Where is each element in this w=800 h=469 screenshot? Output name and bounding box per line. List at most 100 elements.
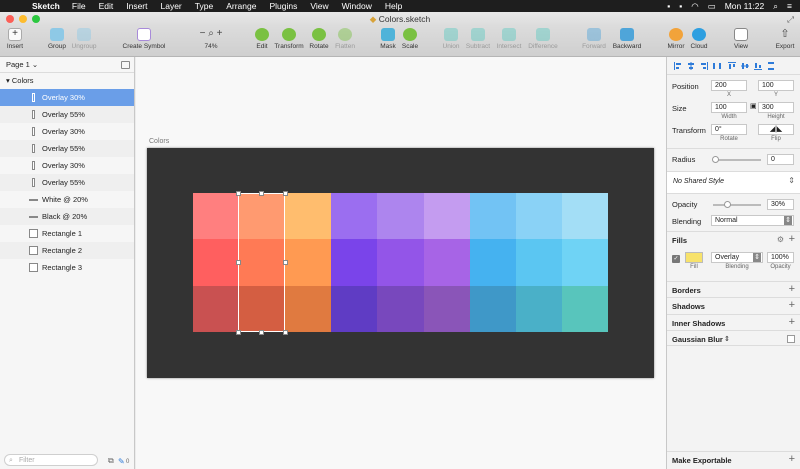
resize-handle[interactable] [236,330,241,335]
position-y-input[interactable]: 100 [758,80,794,91]
collapse-icon[interactable] [121,61,130,69]
fill-opacity-input[interactable]: 100% [767,252,794,263]
resize-handle[interactable] [259,330,264,335]
align-top-icon[interactable] [727,61,737,71]
color-swatch[interactable] [285,239,332,286]
color-swatch[interactable] [561,285,608,332]
layer-row[interactable]: Overlay 30% [0,157,134,174]
shared-style-dropdown[interactable]: No Shared Style ⇕ [667,171,800,193]
color-swatch[interactable] [285,193,332,240]
layer-row[interactable]: Black @ 20% [0,208,134,225]
minimize-window-button[interactable] [19,15,27,23]
color-swatch[interactable] [469,239,516,286]
resize-handle[interactable] [283,330,288,335]
align-center-icon[interactable] [686,61,696,71]
color-swatch[interactable] [193,239,240,286]
resize-handle[interactable] [283,191,288,196]
scale-button[interactable]: Scale [400,28,420,50]
gaussian-blur-checkbox[interactable] [787,335,795,343]
position-x-input[interactable]: 200 [711,80,747,91]
fill-color-swatch[interactable] [685,252,703,263]
color-swatch[interactable] [377,239,424,286]
color-swatch[interactable] [193,285,240,332]
color-swatch[interactable] [377,193,424,240]
layer-row[interactable]: Rectangle 3 [0,259,134,276]
status-icon-2[interactable]: ▪ [679,1,682,11]
fill-checkbox[interactable]: ✓ [672,255,680,263]
color-swatch[interactable] [377,285,424,332]
wifi-icon[interactable]: ◠ [691,1,698,12]
menu-view[interactable]: View [310,1,328,11]
color-swatch[interactable] [469,285,516,332]
ungroup-button[interactable]: Ungroup [70,28,98,50]
layer-row[interactable]: Rectangle 2 [0,242,134,259]
menu-insert[interactable]: Insert [126,1,147,11]
opacity-slider[interactable] [713,204,761,206]
distribute-horizontal-icon[interactable] [712,61,722,71]
mask-button[interactable]: Mask [378,28,398,50]
rotate-input[interactable]: 0° [711,124,747,135]
radius-slider-knob[interactable] [712,156,719,163]
color-swatch[interactable] [469,193,516,240]
selection-box[interactable] [238,193,285,332]
layer-row[interactable]: Overlay 30% [0,89,134,106]
layer-group-colors[interactable]: ▾ Colors [0,73,134,89]
color-swatch[interactable] [193,193,240,240]
flip-control[interactable]: ◢|◣ [758,124,794,135]
artboard-label[interactable]: Colors [149,138,169,145]
make-exportable-section[interactable]: Make Exportable + [667,451,800,469]
menu-app-name[interactable]: Sketch [32,1,60,11]
group-button[interactable]: Group [46,28,68,50]
insert-button[interactable]: + Insert [4,28,26,50]
width-input[interactable]: 100 [711,102,747,113]
shadows-section[interactable]: Shadows + [667,297,800,313]
color-swatch[interactable] [423,285,470,332]
opacity-slider-knob[interactable] [724,201,732,208]
menu-help[interactable]: Help [385,1,402,11]
radius-input[interactable]: 0 [767,154,794,165]
borders-section[interactable]: Borders + [667,281,800,297]
cloud-button[interactable]: Cloud [688,28,710,50]
resize-handle[interactable] [236,191,241,196]
close-window-button[interactable] [6,15,14,23]
align-right-icon[interactable] [699,61,709,71]
create-symbol-button[interactable]: Create Symbol [120,28,168,50]
intersect-button[interactable]: Intersect [494,28,524,50]
layer-row[interactable]: White @ 20% [0,191,134,208]
layer-row[interactable]: Overlay 55% [0,174,134,191]
gear-icon[interactable]: ⚙ [777,235,784,244]
add-border-icon[interactable]: + [789,283,795,295]
edit-pen-icon[interactable]: ✎ [118,457,125,466]
menu-file[interactable]: File [72,1,86,11]
menu-type[interactable]: Type [195,1,213,11]
flatten-button[interactable]: Flatten [333,28,357,50]
status-icon-1[interactable]: ▪ [667,1,670,11]
mirror-button[interactable]: Mirror [664,28,688,50]
radius-slider[interactable] [713,159,761,161]
color-swatch[interactable] [515,193,562,240]
add-shadow-icon[interactable]: + [789,299,795,311]
color-swatch[interactable] [285,285,332,332]
menu-plugins[interactable]: Plugins [269,1,297,11]
color-swatch[interactable] [515,285,562,332]
color-swatch[interactable] [561,239,608,286]
menu-window[interactable]: Window [342,1,372,11]
add-export-icon[interactable]: + [789,453,795,465]
rotate-button[interactable]: Rotate [307,28,331,50]
gaussian-blur-section[interactable]: Gaussian Blur ⇕ [667,330,800,346]
edit-button[interactable]: Edit [252,28,272,50]
color-swatch[interactable] [331,193,378,240]
layer-row[interactable]: Overlay 55% [0,106,134,123]
zoom-window-button[interactable] [32,15,40,23]
resize-handle[interactable] [283,260,288,265]
difference-button[interactable]: Difference [526,28,560,50]
color-swatch[interactable] [331,285,378,332]
layer-row[interactable]: Rectangle 1 [0,225,134,242]
opacity-input[interactable]: 30% [767,199,794,210]
menu-layer[interactable]: Layer [161,1,182,11]
menu-arrange[interactable]: Arrange [226,1,256,11]
layer-filter-input[interactable]: ⌕ Filter [4,454,98,466]
align-left-icon[interactable] [673,61,683,71]
color-swatch[interactable] [423,193,470,240]
subtract-button[interactable]: Subtract [463,28,493,50]
